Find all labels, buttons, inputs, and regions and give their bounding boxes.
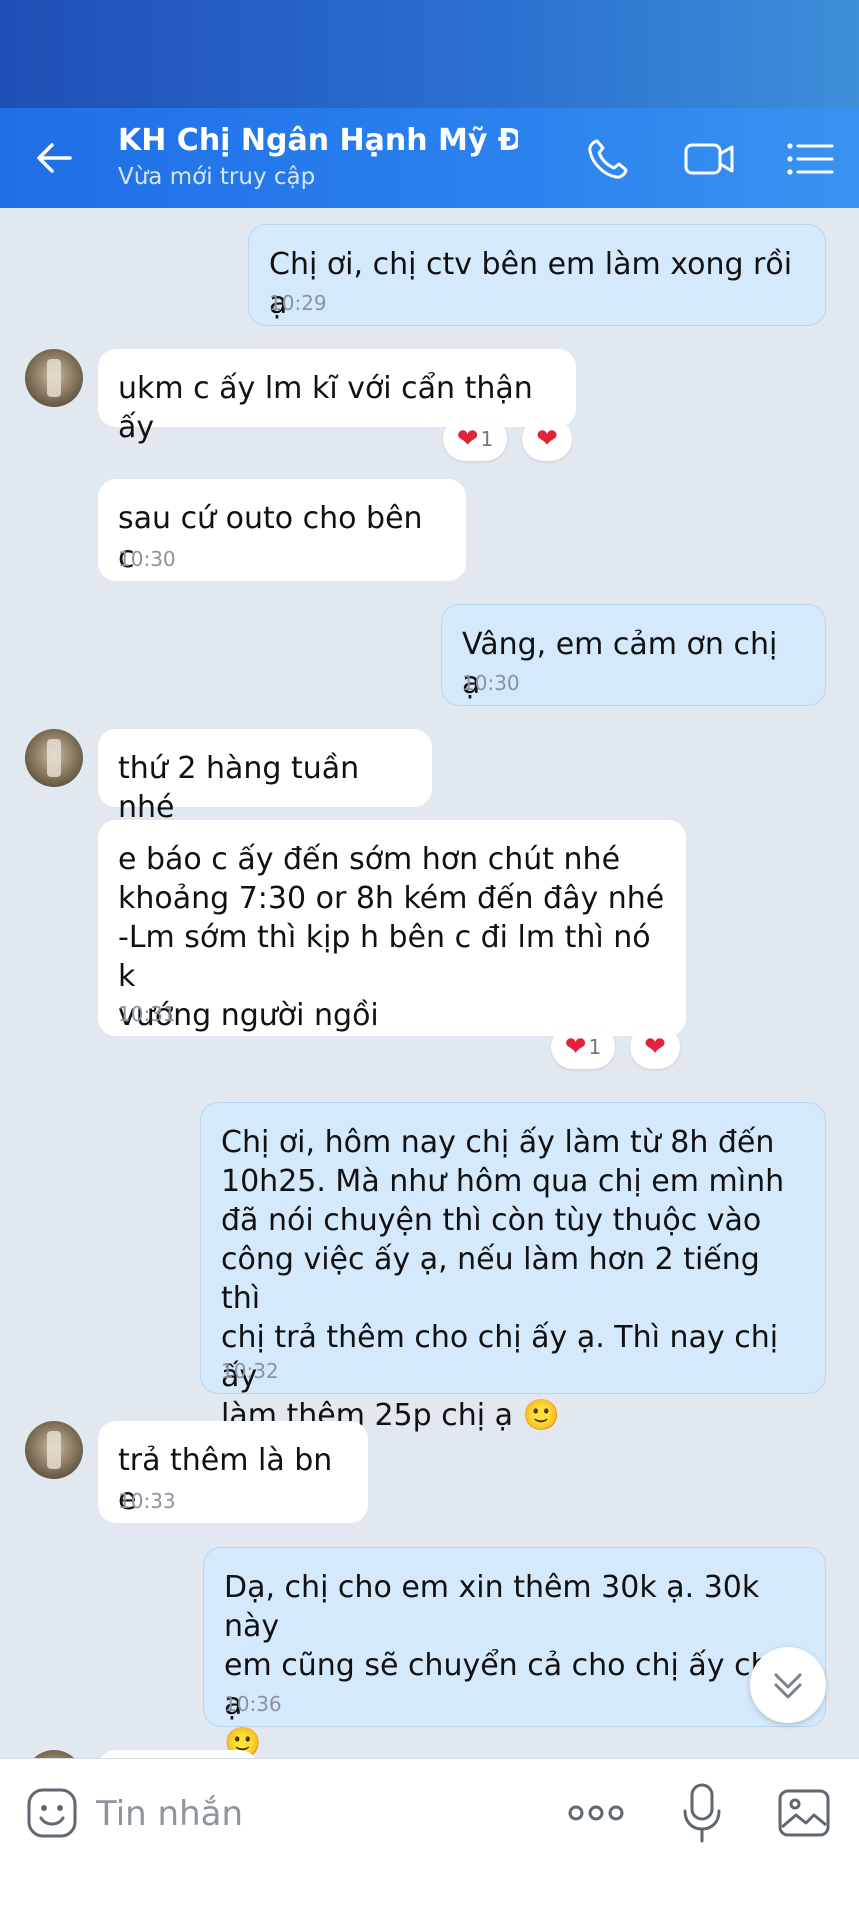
outgoing-message[interactable]: Vâng, em cảm ơn chị ạ 10:30 (441, 604, 826, 706)
message-text: Dạ, chị cho em xin thêm 30k ạ. 30k này e… (224, 1570, 778, 1758)
contact-name: KH Chị Ngân Hạnh Mỹ Đì... (118, 123, 518, 158)
conversation-info[interactable]: KH Chị Ngân Hạnh Mỹ Đì... Vừa mới truy c… (118, 122, 518, 192)
contact-avatar[interactable] (25, 729, 83, 787)
message-text: Chị ơi, chị ctv bên em làm xong rồi ạ (269, 247, 793, 321)
reaction-summary[interactable]: ❤ 1 (551, 1025, 615, 1069)
message-list[interactable]: Chị ơi, chị ctv bên em làm xong rồi ạ 10… (0, 208, 859, 1758)
chevron-double-down-icon (774, 1673, 802, 1699)
heart-icon: ❤ (564, 1032, 587, 1062)
incoming-message[interactable]: trả thêm là bn e 10:33 (98, 1421, 368, 1523)
heart-icon: ❤ (644, 1032, 666, 1062)
incoming-message[interactable]: thứ 2 hàng tuần nhé (98, 729, 432, 825)
phone-icon (588, 139, 628, 179)
message-input[interactable] (96, 1791, 516, 1837)
reaction-count: 1 (588, 1035, 602, 1059)
react-button[interactable]: ❤ (630, 1025, 680, 1069)
call-button[interactable] (580, 132, 640, 186)
message-text: e báo c ấy đến sớm hơn chút nhé khoảng 7… (118, 842, 665, 1033)
message-time: 10:30 (118, 547, 176, 571)
status-bar (0, 0, 859, 108)
message-time: 10:32 (221, 1359, 279, 1383)
video-call-icon (684, 143, 734, 175)
contact-avatar[interactable] (25, 1750, 83, 1758)
video-call-button[interactable] (680, 132, 740, 186)
emoji-button[interactable] (24, 1785, 80, 1841)
heart-icon: ❤ (456, 424, 479, 454)
message-time: 10:31 (118, 1002, 176, 1026)
incoming-message[interactable]: e báo c ấy đến sớm hơn chút nhé khoảng 7… (98, 820, 686, 1036)
more-dots-icon (568, 1805, 624, 1821)
outgoing-message[interactable]: Chị ơi, hôm nay chị ấy làm từ 8h đến 10h… (200, 1102, 826, 1433)
scroll-to-bottom-button[interactable] (750, 1647, 826, 1723)
heart-icon: ❤ (536, 424, 558, 454)
image-gallery-icon (778, 1789, 830, 1837)
menu-list-icon (787, 143, 834, 175)
message-time: 10:30 (462, 671, 520, 695)
presence-status: Vừa mới truy cập (118, 164, 316, 190)
emoji-sticker-icon (27, 1788, 77, 1838)
composer-bar (0, 1758, 859, 1909)
message-text: thứ 2 hàng tuần nhé (118, 751, 360, 825)
more-options-button[interactable] (566, 1793, 626, 1833)
options-menu-button[interactable] (780, 132, 840, 186)
reaction-summary[interactable]: ❤ 1 (443, 417, 507, 461)
voice-record-button[interactable] (680, 1781, 724, 1845)
reaction-count: 1 (480, 427, 494, 451)
back-button[interactable] (30, 136, 82, 180)
react-button[interactable]: ❤ (522, 417, 572, 461)
incoming-message[interactable] (98, 1750, 258, 1758)
incoming-message[interactable]: sau cứ outo cho bên c 10:30 (98, 479, 466, 581)
message-time: 10:29 (269, 291, 327, 315)
outgoing-message[interactable]: Dạ, chị cho em xin thêm 30k ạ. 30k này e… (203, 1547, 826, 1758)
contact-avatar[interactable] (25, 349, 83, 407)
chat-header: KH Chị Ngân Hạnh Mỹ Đì... Vừa mới truy c… (0, 108, 859, 208)
message-time: 10:36 (224, 1692, 282, 1716)
incoming-message[interactable]: ukm c ấy lm kĩ với cẩn thận ấy (98, 349, 576, 445)
contact-avatar[interactable] (25, 1421, 83, 1479)
send-image-button[interactable] (776, 1787, 832, 1839)
message-text: Chị ơi, hôm nay chị ấy làm từ 8h đến 10h… (221, 1125, 785, 1433)
outgoing-message[interactable]: Chị ơi, chị ctv bên em làm xong rồi ạ 10… (248, 224, 826, 326)
message-time: 10:33 (118, 1489, 176, 1513)
back-arrow-icon (37, 143, 72, 173)
microphone-icon (683, 1783, 721, 1843)
